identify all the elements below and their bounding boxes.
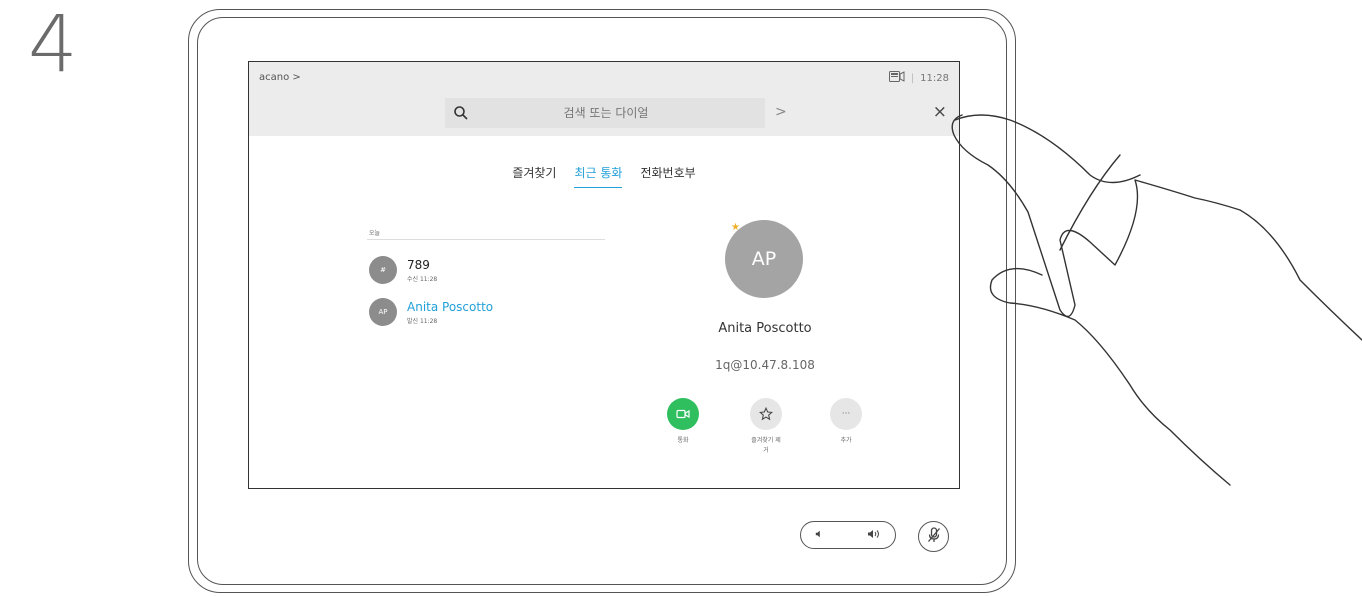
touch-screen: acano > | 11:28 > × 즐겨찾기 최근 통화 전화번호부 오늘 … bbox=[248, 61, 960, 489]
favorite-star-icon: ★ bbox=[731, 222, 740, 233]
star-outline-icon bbox=[750, 398, 782, 430]
avatar: # bbox=[369, 256, 397, 284]
call-title: 789 bbox=[407, 257, 430, 272]
call-title: Anita Poscotto bbox=[407, 299, 494, 314]
contact-address: 1q@10.47.8.108 bbox=[715, 358, 815, 372]
camera-status-icon bbox=[888, 71, 905, 85]
step-number: 4 bbox=[28, 0, 78, 90]
remove-favorite-label: 즐겨찾기 제 거 bbox=[751, 437, 781, 454]
remove-favorite-button[interactable]: 즐겨찾기 제 거 bbox=[736, 398, 796, 455]
mute-button[interactable] bbox=[918, 521, 949, 552]
contact-name: Anita Poscotto bbox=[718, 321, 812, 336]
divider bbox=[367, 239, 605, 240]
call-subtitle: 발신 11:28 bbox=[407, 317, 438, 325]
call-button[interactable]: 통화 bbox=[653, 398, 713, 446]
clock: 11:28 bbox=[920, 72, 949, 84]
breadcrumb[interactable]: acano > bbox=[259, 72, 301, 83]
more-button-label: 추가 bbox=[840, 437, 852, 444]
tab-favorites[interactable]: 즐겨찾기 bbox=[512, 164, 556, 188]
volume-up-icon[interactable] bbox=[867, 529, 881, 542]
tab-bar: 즐겨찾기 최근 통화 전화번호부 bbox=[249, 164, 959, 188]
search-bar[interactable] bbox=[445, 98, 765, 128]
volume-down-icon[interactable] bbox=[815, 530, 823, 541]
more-icon: ··· bbox=[830, 398, 862, 430]
tab-directory[interactable]: 전화번호부 bbox=[640, 164, 695, 188]
top-bar: acano > | 11:28 > × bbox=[249, 62, 959, 136]
status-separator: | bbox=[910, 72, 915, 84]
avatar: AP bbox=[369, 298, 397, 326]
microphone-muted-icon bbox=[927, 526, 941, 547]
recent-section-header: 오늘 bbox=[369, 230, 381, 237]
recent-call-item[interactable]: AP Anita Poscotto 발신 11:28 bbox=[369, 298, 493, 326]
status-area: | 11:28 bbox=[888, 71, 949, 85]
more-button[interactable]: ··· 추가 bbox=[816, 398, 876, 446]
search-icon bbox=[453, 105, 469, 121]
tab-recent-calls[interactable]: 최근 통화 bbox=[574, 164, 623, 188]
search-go-button[interactable]: > bbox=[775, 104, 787, 120]
search-input[interactable] bbox=[469, 105, 765, 121]
video-call-icon bbox=[667, 398, 699, 430]
call-subtitle: 수신 11:28 bbox=[407, 275, 438, 283]
pointing-hand-illustration bbox=[951, 114, 1362, 486]
call-button-label: 통화 bbox=[677, 437, 689, 444]
recent-call-item[interactable]: # 789 수신 11:28 bbox=[369, 256, 437, 284]
volume-control[interactable] bbox=[800, 521, 896, 549]
